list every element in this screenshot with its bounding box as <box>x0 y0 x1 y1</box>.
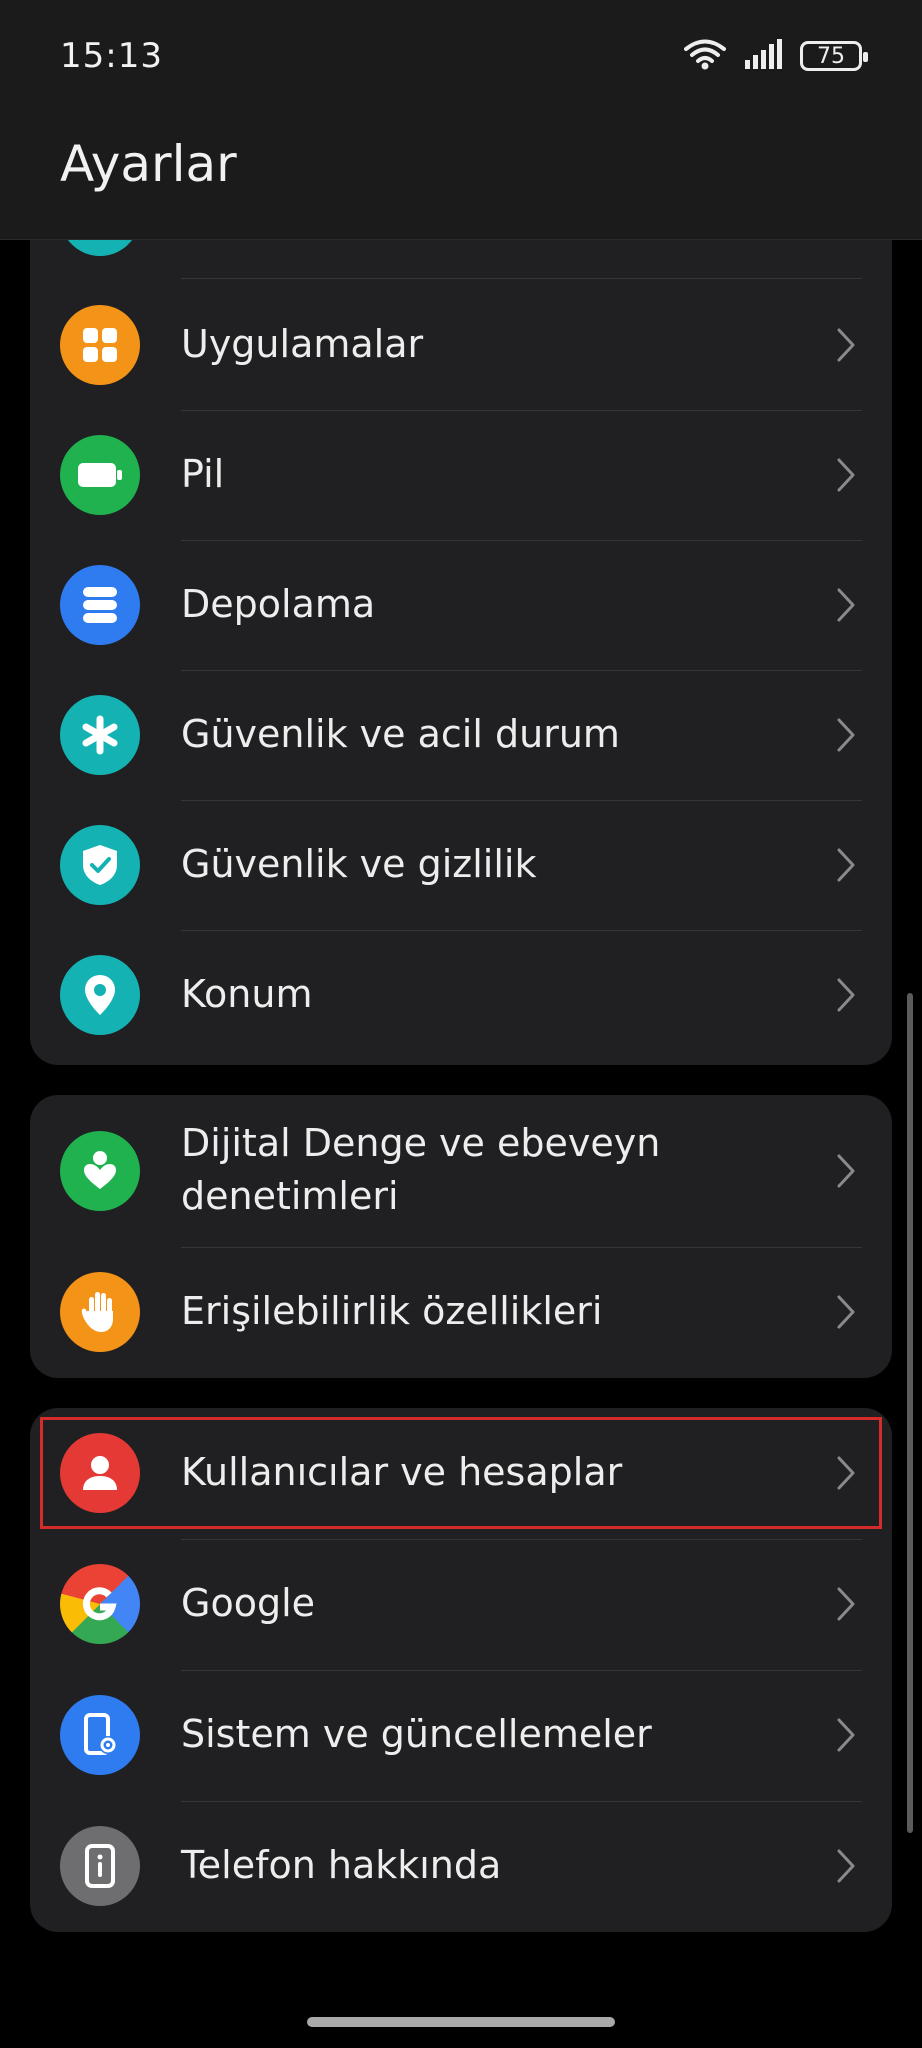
settings-item-label: Depolama <box>181 582 376 626</box>
gesture-home-bar[interactable] <box>307 2017 615 2027</box>
settings-item-label: Telefon hakkında <box>181 1843 502 1887</box>
settings-item-label: Güvenlik ve gizlilik <box>181 842 537 886</box>
storage-icon <box>60 565 140 645</box>
chevron-right-icon <box>832 715 860 755</box>
settings-item-battery[interactable]: Pil <box>30 410 892 540</box>
settings-item-label: Güvenlik ve acil durum <box>181 712 620 756</box>
chevron-right-icon <box>832 1715 860 1755</box>
location-pin-icon <box>60 955 140 1035</box>
phone-info-icon <box>60 1826 140 1906</box>
settings-item-label: Sistem ve güncellemeler <box>181 1712 652 1756</box>
settings-item-security-privacy[interactable]: Güvenlik ve gizlilik <box>30 800 892 930</box>
selection-highlight <box>40 1417 882 1529</box>
status-time: 15:13 <box>60 36 163 76</box>
hand-icon <box>60 1272 140 1352</box>
chevron-right-icon <box>832 585 860 625</box>
status-icons: 75 <box>684 38 868 74</box>
settings-item-label: Dijital Denge ve ebeveyn denetimleri <box>181 1117 660 1223</box>
apps-grid-icon <box>60 305 140 385</box>
chevron-right-icon <box>832 325 860 365</box>
chevron-right-icon <box>832 1151 860 1191</box>
settings-item-about-phone[interactable]: Telefon hakkında <box>30 1801 892 1932</box>
settings-item-label-line1: Dijital Denge ve ebeveyn <box>181 1121 661 1165</box>
settings-item-label: Google <box>181 1581 316 1625</box>
chevron-right-icon <box>832 845 860 885</box>
cellular-signal-icon <box>744 38 782 74</box>
chevron-right-icon <box>832 975 860 1015</box>
settings-item-label: Uygulamalar <box>181 322 424 366</box>
settings-item-apps[interactable]: Uygulamalar <box>30 280 892 410</box>
chevron-right-icon <box>832 1292 860 1332</box>
battery-level: 75 <box>817 43 845 69</box>
settings-item-digital-balance[interactable]: Dijital Denge ve ebeveyn denetimleri <box>30 1095 892 1247</box>
settings-item-google[interactable]: Google <box>30 1539 892 1670</box>
chevron-right-icon <box>832 455 860 495</box>
settings-item-label-line2: denetimleri <box>181 1174 399 1218</box>
settings-item-emergency[interactable]: Güvenlik ve acil durum <box>30 670 892 800</box>
chevron-right-icon <box>832 1846 860 1886</box>
settings-group-1: Uygulamalar Pil Depolama Güvenlik ve aci… <box>30 176 892 1065</box>
settings-item-accessibility[interactable]: Erişilebilirlik özellikleri <box>30 1247 892 1378</box>
battery-icon: 75 <box>800 41 868 71</box>
chevron-right-icon <box>832 1584 860 1624</box>
google-icon <box>60 1564 140 1644</box>
emergency-asterisk-icon <box>60 695 140 775</box>
settings-item-system-updates[interactable]: Sistem ve güncellemeler <box>30 1670 892 1801</box>
settings-item-label: Erişilebilirlik özellikleri <box>181 1289 603 1333</box>
settings-group-2: Dijital Denge ve ebeveyn denetimleri Eri… <box>30 1095 892 1378</box>
top-app-bar: 15:13 75 Ayarlar <box>0 0 922 240</box>
settings-item-label: Pil <box>181 452 225 496</box>
shield-check-icon <box>60 825 140 905</box>
settings-item-location[interactable]: Konum <box>30 930 892 1060</box>
scrollbar[interactable] <box>907 993 913 1833</box>
settings-item-label: Konum <box>181 972 313 1016</box>
page-title: Ayarlar <box>60 135 237 193</box>
phone-settings-icon <box>60 1695 140 1775</box>
wifi-icon <box>684 38 726 74</box>
battery-icon <box>60 435 140 515</box>
settings-item-storage[interactable]: Depolama <box>30 540 892 670</box>
digital-balance-icon <box>60 1131 140 1211</box>
